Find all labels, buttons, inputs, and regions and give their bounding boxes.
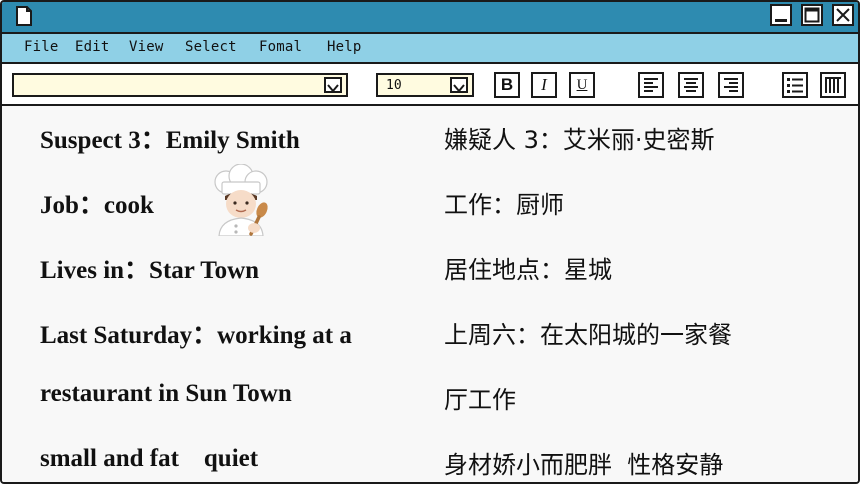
english-line-5: restaurant in Sun Town	[40, 380, 292, 407]
english-line-4: Last Saturday：working at a	[40, 322, 352, 349]
columns-icon	[825, 77, 841, 93]
english-line-6: small and fat quiet	[40, 445, 259, 472]
bullet-list-button[interactable]	[782, 72, 808, 98]
chinese-line-3: 居住地点：星城	[444, 256, 612, 284]
app-window: File Edit View Select Fomal Help 10 B I …	[0, 0, 860, 484]
close-icon	[836, 8, 850, 22]
chef-emoji-icon	[206, 163, 276, 237]
menu-view[interactable]: View	[129, 39, 164, 55]
maximize-icon	[804, 7, 820, 23]
chinese-line-2: 工作：厨师	[444, 191, 564, 219]
chinese-line-6: 身材娇小而肥胖 性格安静	[444, 451, 724, 479]
english-line-3: Lives in：Star Town	[40, 257, 260, 284]
italic-label: I	[541, 75, 547, 94]
align-right-icon	[724, 78, 738, 92]
font-name-select[interactable]	[12, 73, 348, 97]
title-bar[interactable]	[2, 2, 858, 34]
minimize-icon	[775, 19, 787, 22]
menu-help[interactable]: Help	[327, 39, 362, 55]
document-area[interactable]: Suspect 3：Emily Smith Job：cook Lives in：…	[2, 106, 858, 482]
align-right-button[interactable]	[718, 72, 744, 98]
chevron-down-icon	[453, 84, 465, 93]
bullet-list-icon	[787, 78, 803, 93]
font-size-value: 10	[386, 78, 402, 93]
chevron-down-icon	[327, 84, 339, 93]
menu-file[interactable]: File	[24, 39, 59, 55]
document-icon	[16, 6, 32, 26]
toolbar: 10 B I U	[2, 64, 858, 106]
columns-button[interactable]	[820, 72, 846, 98]
menu-select[interactable]: Select	[185, 39, 237, 55]
chinese-line-4: 上周六：在太阳城的一家餐	[444, 321, 732, 349]
italic-button[interactable]: I	[531, 72, 557, 98]
underline-label: U	[576, 77, 588, 93]
font-size-select[interactable]: 10	[376, 73, 474, 97]
underline-button[interactable]: U	[569, 72, 595, 98]
bold-label: B	[500, 75, 514, 94]
font-size-dropdown-button[interactable]	[450, 77, 468, 93]
close-button[interactable]	[832, 4, 854, 26]
chinese-line-5: 厅工作	[444, 386, 516, 414]
english-line-1: Suspect 3：Emily Smith	[40, 127, 300, 154]
align-left-icon	[644, 78, 658, 92]
bold-button[interactable]: B	[494, 72, 520, 98]
align-left-button[interactable]	[638, 72, 664, 98]
menu-format[interactable]: Fomal	[259, 39, 302, 55]
minimize-button[interactable]	[770, 4, 792, 26]
align-center-button[interactable]	[678, 72, 704, 98]
maximize-button[interactable]	[801, 4, 823, 26]
menu-edit[interactable]: Edit	[75, 39, 110, 55]
english-line-2: Job：cook	[40, 192, 154, 219]
align-center-icon	[684, 78, 698, 92]
font-name-dropdown-button[interactable]	[324, 77, 342, 93]
menu-bar: File Edit View Select Fomal Help	[2, 34, 858, 64]
chinese-line-1: 嫌疑人 3：艾米丽·史密斯	[444, 126, 715, 154]
